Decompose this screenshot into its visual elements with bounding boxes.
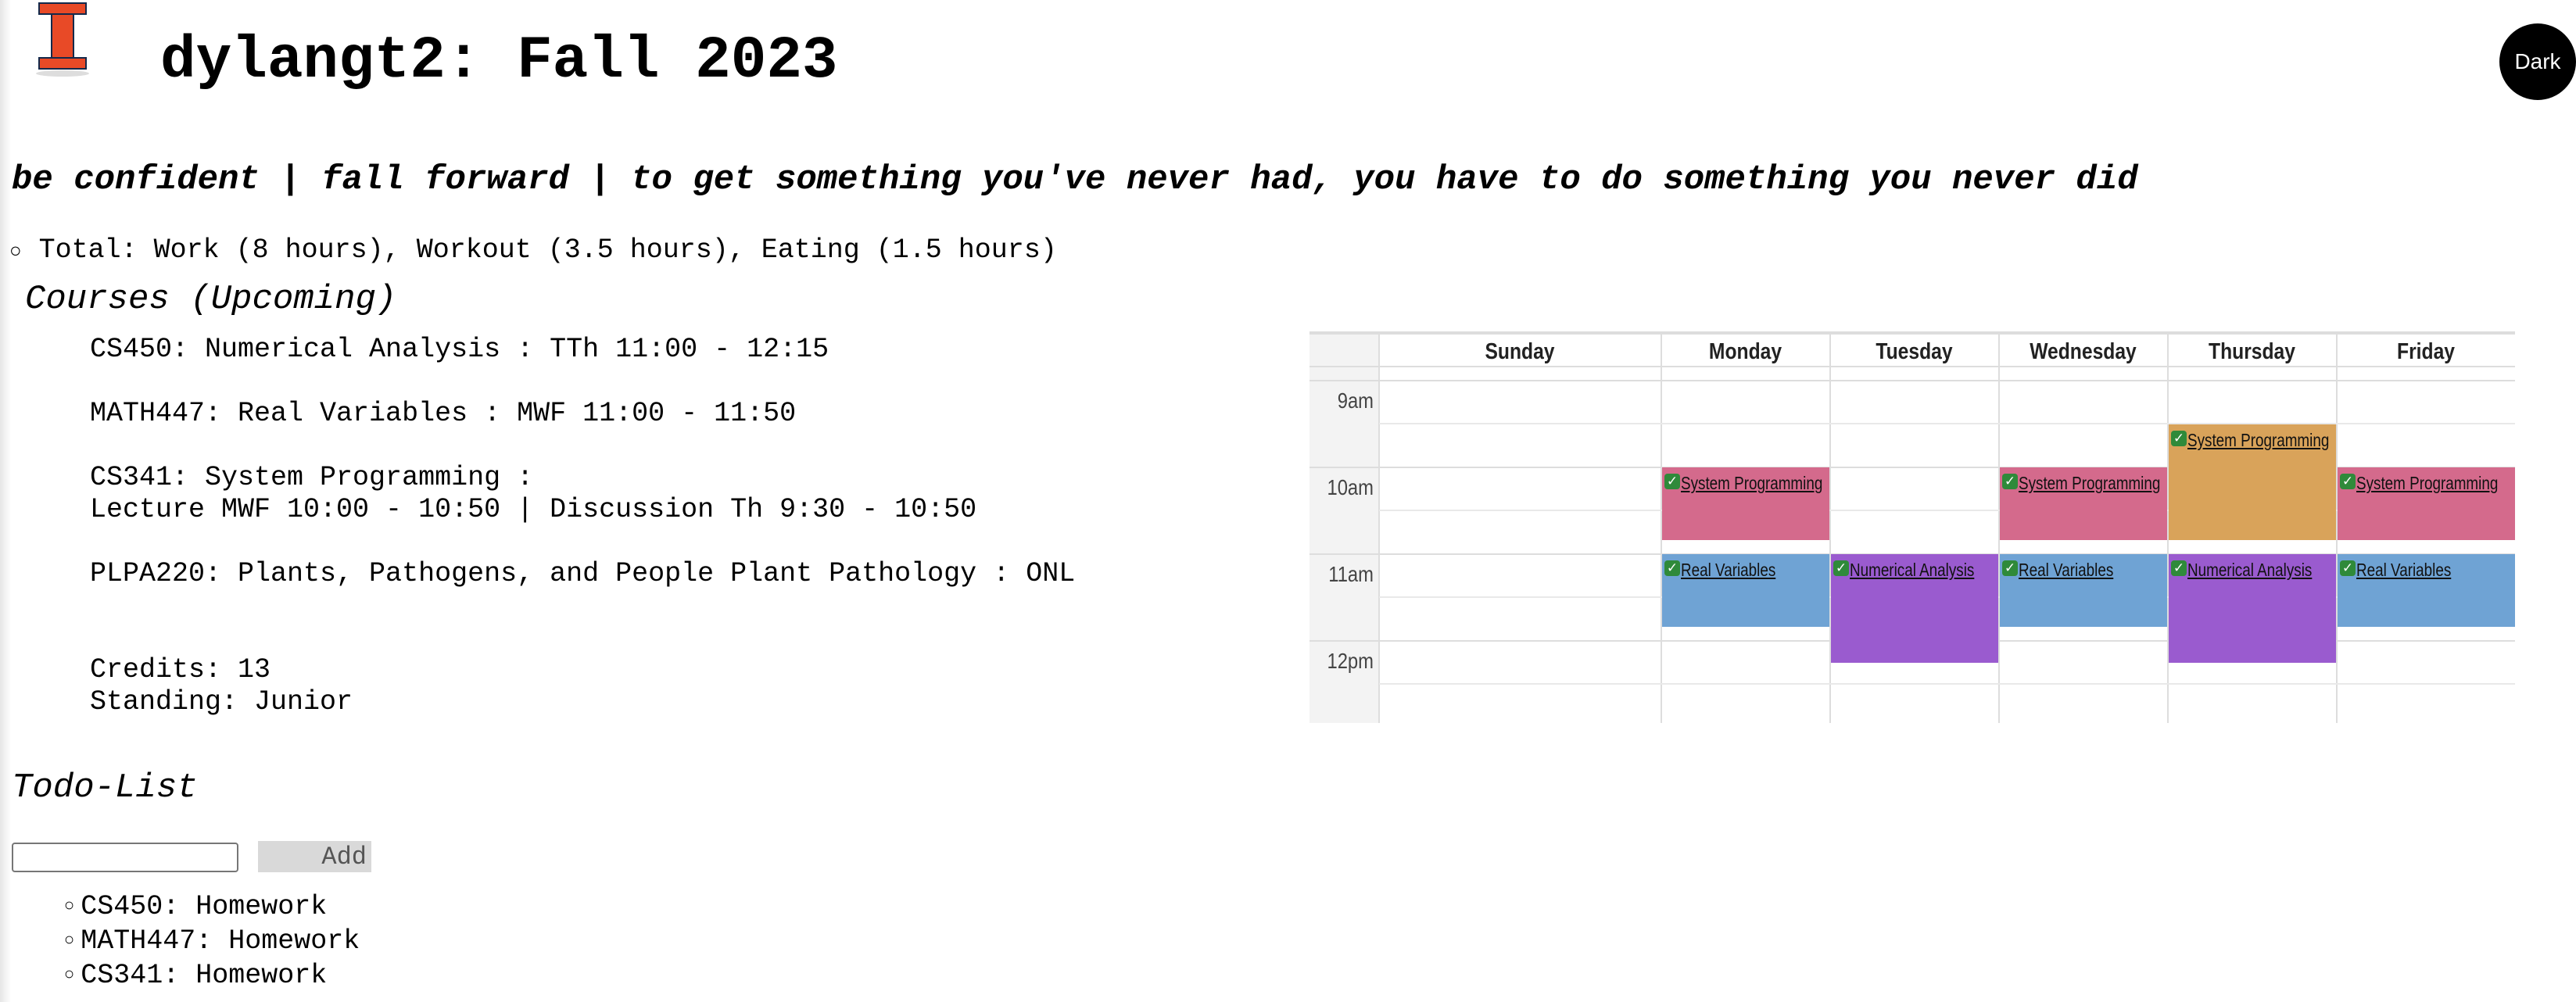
- time-label-10am: 10am: [1327, 475, 1374, 499]
- day-header-wednesday: Wednesday: [2030, 339, 2137, 364]
- check-icon: ✓: [2002, 474, 2018, 489]
- calendar-event[interactable]: ✓ Real Variables: [2000, 554, 2167, 627]
- day-header-friday: Friday: [2397, 339, 2455, 364]
- calendar-event-title[interactable]: System Programming: [2019, 474, 2160, 492]
- time-label-9am: 9am: [1337, 388, 1374, 413]
- totals-item: Total: Work (8 hours), Workout (3.5 hour…: [9, 231, 1057, 270]
- calendar-event[interactable]: ✓ System Programming: [2338, 467, 2515, 540]
- check-icon: ✓: [2171, 560, 2187, 576]
- half-hour-line: [1379, 683, 2515, 685]
- day-header-monday: Monday: [1708, 339, 1782, 364]
- page-title: dylangt2: Fall 2023: [160, 27, 838, 95]
- check-icon: ✓: [1664, 474, 1680, 489]
- column-divider: [1829, 335, 1831, 723]
- course-item-cs341-schedule: Lecture MWF 10:00 - 10:50 | Discussion T…: [90, 494, 977, 525]
- check-icon: ✓: [1833, 560, 1849, 576]
- calendar-event[interactable]: ✓ Numerical Analysis: [2169, 554, 2336, 663]
- todo-item: CS450: Homework: [64, 891, 360, 925]
- check-icon: ✓: [2002, 560, 2018, 576]
- calendar-event[interactable]: ✓ System Programming: [2169, 424, 2336, 540]
- calendar-event[interactable]: ✓ Real Variables: [2338, 554, 2515, 627]
- course-item-math447: MATH447: Real Variables : MWF 11:00 - 11…: [90, 398, 797, 429]
- time-label-11am: 11am: [1328, 562, 1374, 586]
- day-header-tuesday: Tuesday: [1876, 339, 1953, 364]
- todo-item: MATH447: Homework: [64, 925, 360, 960]
- time-label-12pm: 12pm: [1327, 649, 1374, 673]
- courses-heading: Courses (Upcoming): [25, 280, 397, 319]
- totals-list: Total: Work (8 hours), Workout (3.5 hour…: [9, 231, 1057, 270]
- todo-heading: Todo-List: [12, 768, 198, 807]
- calendar-event-title[interactable]: System Programming: [1681, 474, 1822, 492]
- calendar-event[interactable]: ✓ System Programming: [2000, 467, 2167, 540]
- calendar-event-title[interactable]: Numerical Analysis: [2187, 560, 2312, 579]
- todo-input[interactable]: [12, 843, 238, 872]
- hour-line: [1309, 380, 2515, 381]
- day-header-sunday: Sunday: [1485, 339, 1555, 364]
- course-item-plpa220: PLPA220: Plants, Pathogens, and People P…: [90, 558, 1076, 589]
- calendar-event[interactable]: ✓ System Programming: [1662, 467, 1829, 540]
- add-todo-button[interactable]: Add: [258, 841, 371, 872]
- day-header-thursday: Thursday: [2209, 339, 2295, 364]
- calendar-event[interactable]: ✓ Real Variables: [1662, 554, 1829, 627]
- calendar-event-title[interactable]: Real Variables: [1681, 560, 1775, 579]
- dark-mode-toggle-button[interactable]: Dark: [2499, 23, 2576, 100]
- half-hour-line: [1379, 423, 2515, 424]
- check-icon: ✓: [1664, 560, 1680, 576]
- todo-item: CS341: Homework: [64, 960, 360, 994]
- calendar-event[interactable]: ✓ Numerical Analysis: [1831, 554, 1998, 663]
- check-icon: ✓: [2340, 474, 2356, 489]
- illinois-block-i-logo: [36, 2, 89, 77]
- calendar-event-title[interactable]: Numerical Analysis: [1850, 560, 1974, 579]
- calendar-event-title[interactable]: Real Variables: [2356, 560, 2451, 579]
- todo-list: CS450: Homework MATH447: Homework CS341:…: [64, 891, 360, 994]
- motto-text: be confident | fall forward | to get som…: [12, 160, 2138, 199]
- calendar-event-title[interactable]: System Programming: [2187, 431, 2329, 449]
- column-divider: [1378, 335, 1380, 723]
- weekly-calendar: Sunday Monday Tuesday Wednesday Thursday…: [1309, 330, 2515, 723]
- calendar-header-border: [1309, 366, 2515, 367]
- standing-text: Standing: Junior: [90, 686, 353, 718]
- calendar-event-title[interactable]: Real Variables: [2019, 560, 2113, 579]
- calendar-top-border: [1309, 331, 2515, 335]
- calendar-event-title[interactable]: System Programming: [2356, 474, 2498, 492]
- check-icon: ✓: [2171, 430, 2187, 446]
- page-edge-shadow: [0, 0, 11, 1002]
- credits-text: Credits: 13: [90, 654, 271, 685]
- course-item-cs450: CS450: Numerical Analysis : TTh 11:00 - …: [90, 334, 829, 365]
- course-item-cs341: CS341: System Programming :: [90, 462, 534, 493]
- check-icon: ✓: [2340, 560, 2356, 576]
